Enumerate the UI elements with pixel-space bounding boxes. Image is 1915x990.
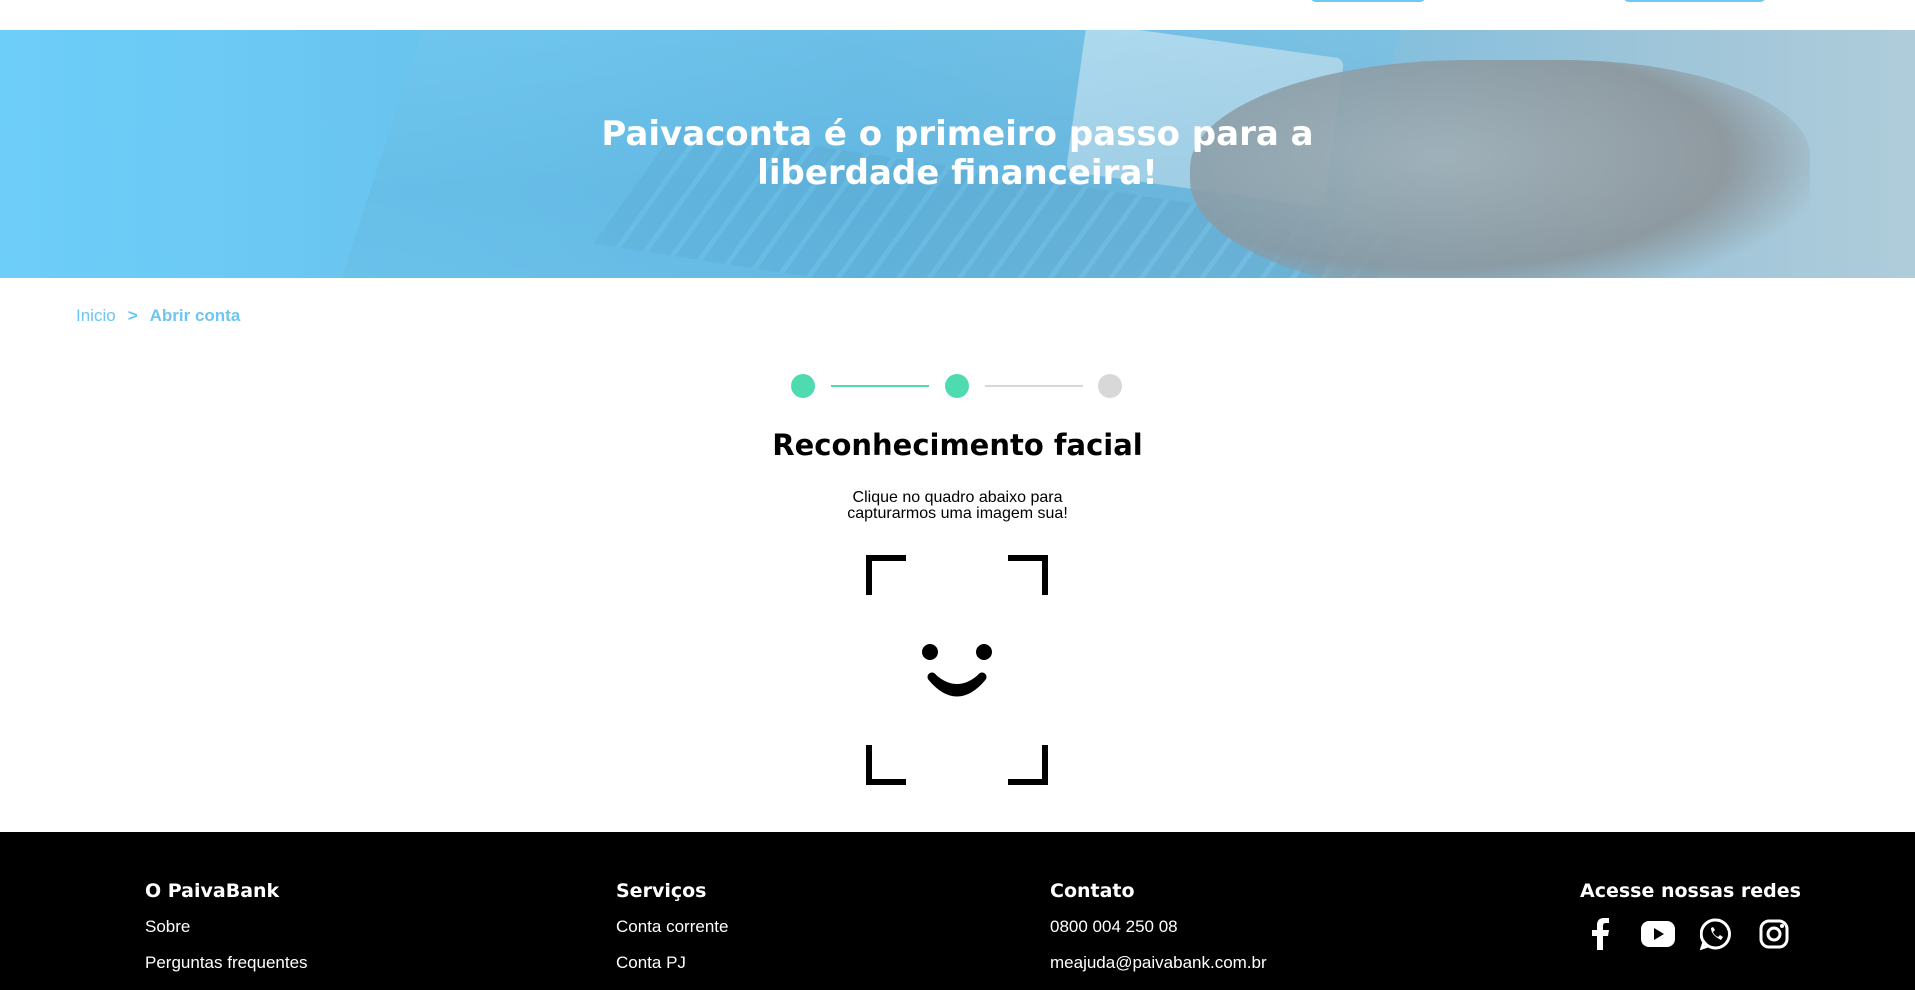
breadcrumb-current: Abrir conta <box>149 306 241 325</box>
step-1-dot <box>791 374 815 398</box>
footer-column-social: Acesse nossas redes <box>1580 880 1801 952</box>
progress-stepper <box>791 374 1124 398</box>
youtube-icon[interactable] <box>1638 916 1678 952</box>
hero-title-line1: Paivaconta é o primeiro passo para a <box>601 114 1314 154</box>
breadcrumb-home-link[interactable]: Inicio <box>76 306 116 326</box>
hero-title: Paivaconta é o primeiro passo para a lib… <box>0 115 1915 193</box>
instruction-line1: Clique no quadro abaixo para <box>852 489 1063 506</box>
whatsapp-icon[interactable] <box>1696 916 1736 952</box>
face-capture-frame[interactable] <box>866 555 1048 785</box>
footer-column-contact: Contato 0800 004 250 08 meajuda@paivaban… <box>1050 880 1267 988</box>
breadcrumb: Inicio > Abrir conta <box>76 306 240 326</box>
footer-link-faq[interactable]: Perguntas frequentes <box>145 952 308 973</box>
footer-column-about: O PaivaBank Sobre Perguntas frequentes <box>145 880 308 988</box>
nav-button-1[interactable] <box>1310 0 1426 2</box>
step-3-dot <box>1098 374 1122 398</box>
step-1-connector <box>831 385 929 387</box>
footer-services-title: Serviços <box>616 880 707 902</box>
footer: O PaivaBank Sobre Perguntas frequentes S… <box>0 832 1915 990</box>
hero-banner: Paivaconta é o primeiro passo para a lib… <box>0 30 1915 278</box>
instruction-line2: capturarmos uma imagem sua! <box>847 505 1068 522</box>
footer-contact-title: Contato <box>1050 880 1135 902</box>
footer-social-title: Acesse nossas redes <box>1580 880 1801 902</box>
capture-instructions: Clique no quadro abaixo para capturarmos… <box>0 490 1915 522</box>
footer-link-sobre[interactable]: Sobre <box>145 916 308 937</box>
footer-phone-link[interactable]: 0800 004 250 08 <box>1050 916 1267 937</box>
face-scan-icon <box>866 555 1048 785</box>
footer-link-conta-corrente[interactable]: Conta corrente <box>616 916 728 937</box>
footer-about-title: O PaivaBank <box>145 880 280 902</box>
footer-column-services: Serviços Conta corrente Conta PJ <box>616 880 728 988</box>
footer-email-link[interactable]: meajuda@paivabank.com.br <box>1050 952 1267 973</box>
facebook-icon[interactable] <box>1580 916 1620 952</box>
step-2-connector <box>985 385 1083 387</box>
top-navbar <box>0 0 1915 30</box>
section-title: Reconhecimento facial <box>772 428 1143 462</box>
nav-button-2[interactable] <box>1623 0 1766 2</box>
instagram-icon[interactable] <box>1754 916 1794 952</box>
step-2-dot <box>945 374 969 398</box>
breadcrumb-separator: > <box>127 306 138 325</box>
social-icons <box>1580 916 1801 952</box>
footer-link-conta-pj[interactable]: Conta PJ <box>616 952 728 973</box>
hero-title-line2: liberdade financeira! <box>757 153 1158 193</box>
